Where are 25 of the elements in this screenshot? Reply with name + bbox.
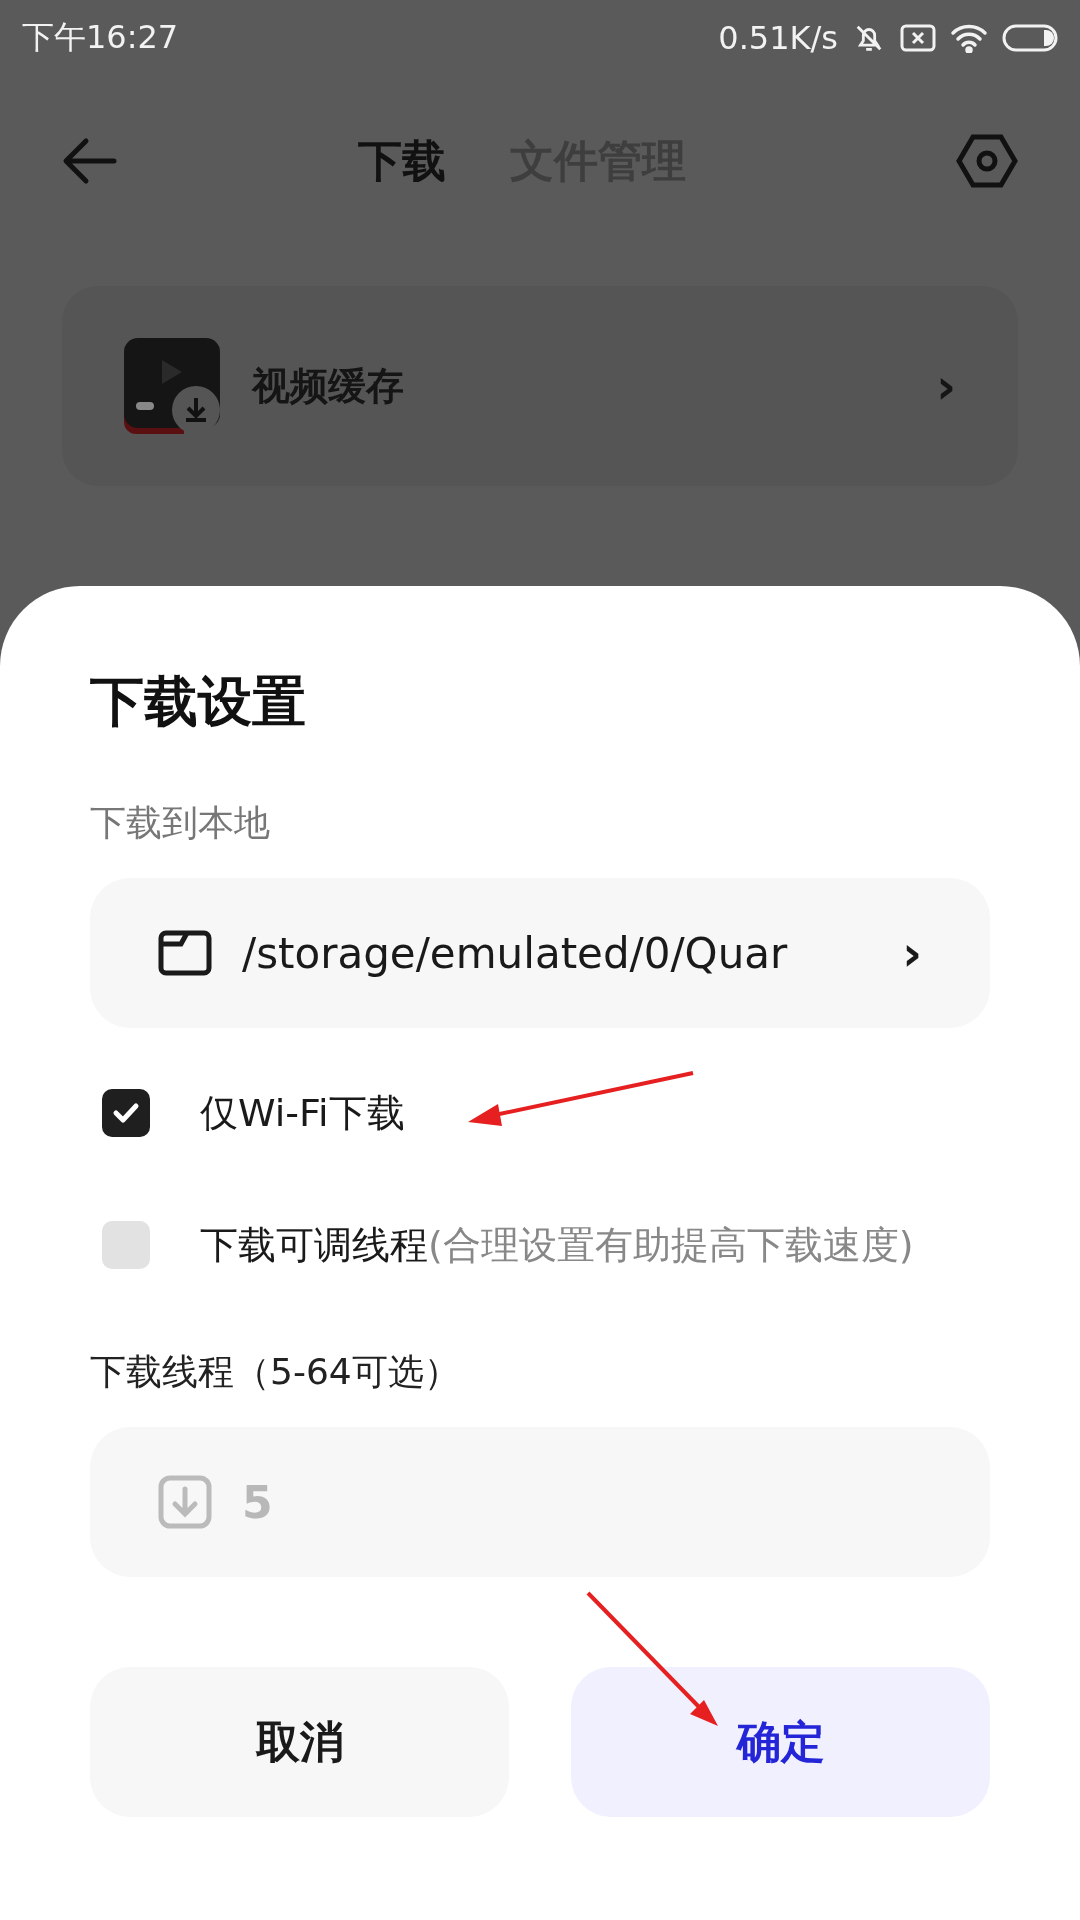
section-label: 下载线程（5-64可选） [90, 1350, 461, 1394]
check-icon [112, 1102, 140, 1124]
wifi-icon [950, 23, 988, 53]
dialog-title: 下载设置 [90, 669, 307, 735]
chevron: › [936, 358, 956, 414]
confirm-button[interactable]: 确定 [571, 1667, 990, 1817]
status-time: 下午16:27 [22, 17, 179, 58]
video-download-icon [124, 338, 220, 434]
sim-off-icon [900, 23, 936, 53]
settings-icon[interactable] [956, 133, 1018, 189]
folder-icon [158, 930, 212, 976]
video-cache-card[interactable]: 视频缓存 › [62, 286, 1018, 486]
download-icon [158, 1475, 212, 1529]
option-label: 下载可调线程(合理设置有助提高下载速度) [200, 1221, 914, 1269]
nav-tab[interactable]: 下载 [358, 131, 446, 191]
back-arrow-icon[interactable] [62, 137, 118, 185]
battery-icon [1002, 24, 1058, 52]
section-label: 下载到本地 [90, 801, 271, 845]
checkbox[interactable] [102, 1221, 150, 1269]
list-item-label: 视频缓存 [252, 362, 405, 410]
option-label: 仅Wi-Fi下载 [200, 1089, 405, 1137]
path-selector[interactable]: /storage/emulated/0/Quar › [90, 878, 990, 1028]
checkbox[interactable] [102, 1089, 150, 1137]
cancel-button[interactable]: 取消 [90, 1667, 509, 1817]
network-speed: 0.51K/s [718, 19, 838, 57]
